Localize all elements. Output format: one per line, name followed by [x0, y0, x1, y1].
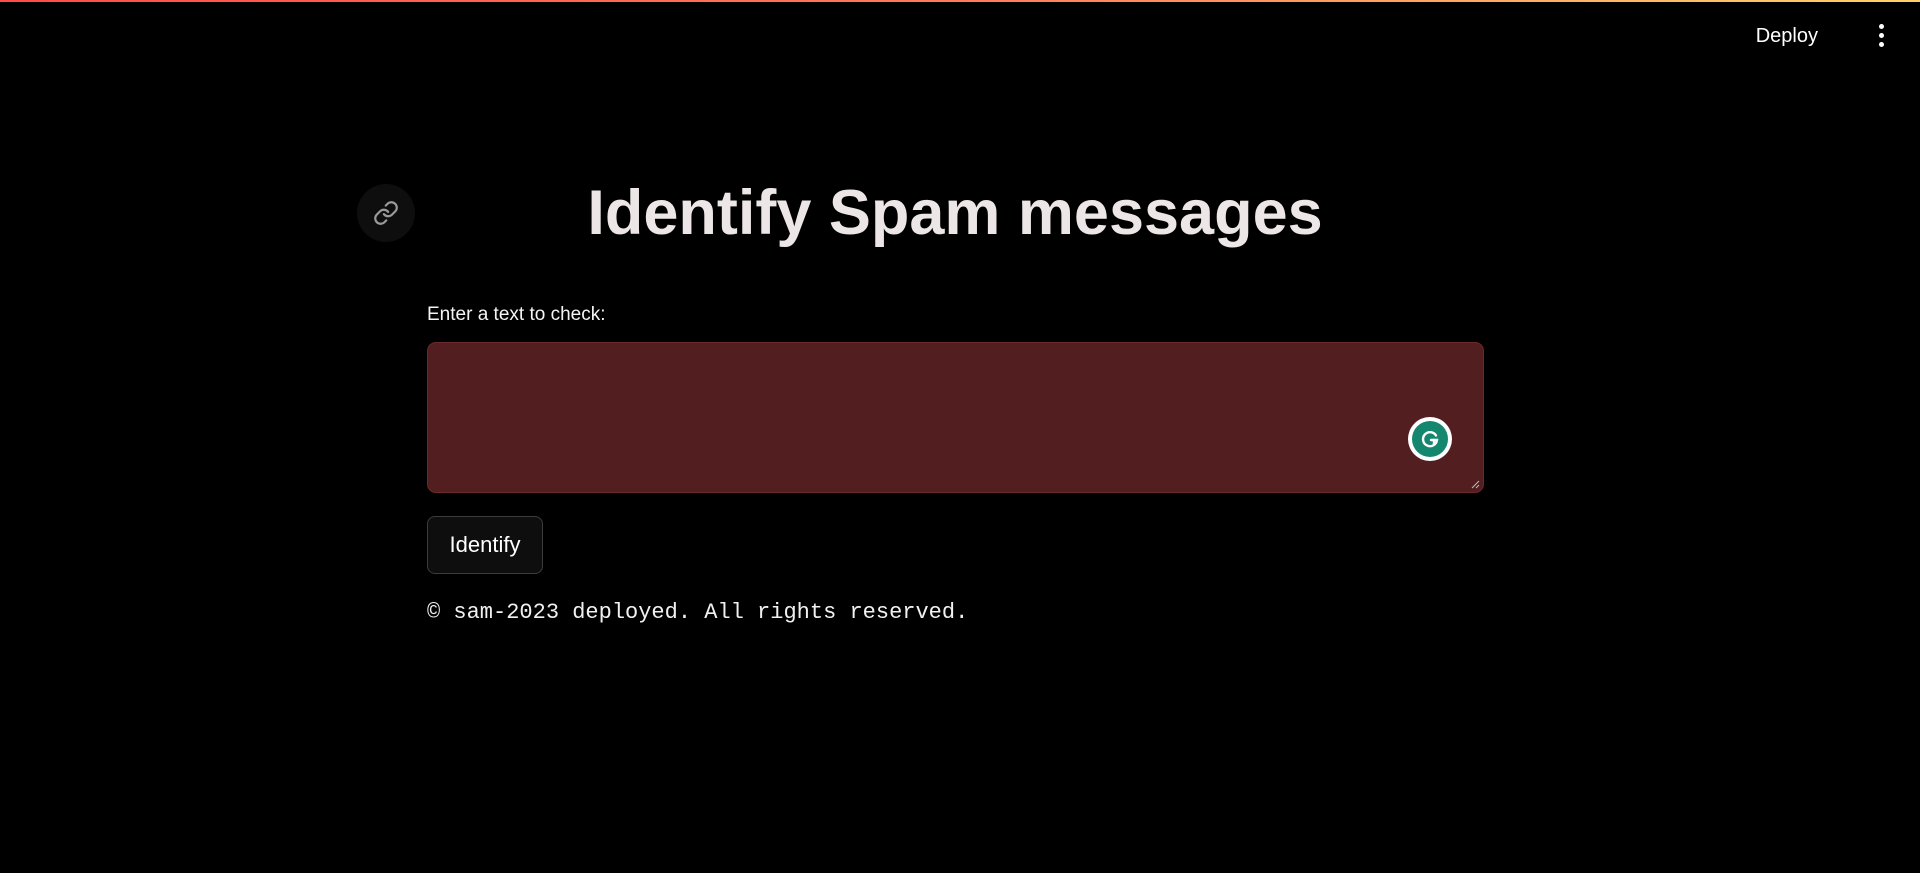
vertical-ellipsis-icon	[1878, 23, 1884, 29]
message-text-input[interactable]	[428, 343, 1483, 492]
deploy-button[interactable]: Deploy	[1750, 18, 1824, 52]
grammarly-icon[interactable]	[1408, 417, 1452, 461]
text-input-container	[427, 342, 1484, 493]
resize-handle-icon[interactable]	[1470, 479, 1480, 489]
page-title: Identify Spam messages	[587, 178, 1323, 248]
footer-copyright: © sam-2023 deployed. All rights reserved…	[427, 600, 969, 625]
link-icon	[374, 201, 398, 225]
header-anchor-link[interactable]	[357, 184, 415, 242]
text-input-label: Enter a text to check:	[427, 304, 606, 325]
identify-button[interactable]: Identify	[427, 516, 543, 574]
app-header: Deploy	[0, 0, 1920, 70]
main-menu-button[interactable]	[1866, 20, 1896, 50]
